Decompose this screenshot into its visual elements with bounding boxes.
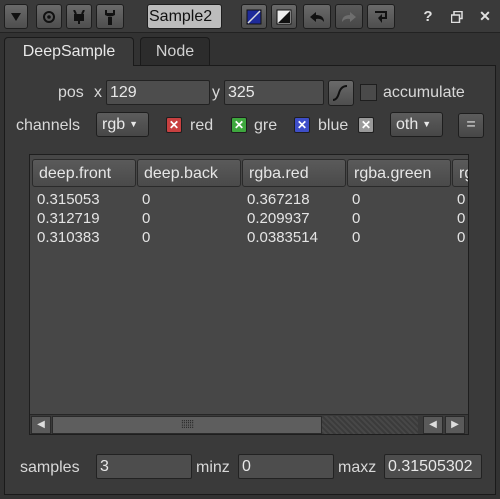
center-view-icon [43,10,55,23]
column-header-deep-front[interactable]: deep.front [32,159,136,187]
chevron-left-icon: ◀ [37,419,45,430]
scroll-right-button[interactable]: ▶ [445,416,465,434]
tab-node[interactable]: Node [140,37,210,65]
accumulate-label: accumulate [383,84,465,101]
table-cell: 0 [352,229,361,246]
table-cell: 0 [142,191,151,208]
redo-icon [342,11,356,22]
equal-channels-button[interactable]: = [458,113,484,138]
table-cell: 0 [142,210,151,227]
table-cell: 0 [142,229,151,246]
pos-label: pos [58,84,84,101]
maxz-label: maxz [338,459,377,476]
revert-button[interactable] [367,4,395,29]
undo-icon [310,11,324,22]
scroll-left-button[interactable]: ◀ [31,416,51,434]
pos-y-field[interactable]: 325 [224,80,324,105]
red-channel-checkbox[interactable]: ✕ [166,117,182,133]
pos-y-label: y [212,84,220,101]
table-cell: 0.0383514 [247,229,318,246]
revert-icon [375,10,387,23]
node-icon [73,9,85,24]
close-icon: ✕ [479,8,491,24]
animation-curve-button[interactable] [328,80,354,106]
column-header-rgba-green[interactable]: rgba.green [347,159,451,187]
chevron-left-icon: ◀ [429,419,437,430]
table-cell: 0.310383 [37,229,100,246]
table-cell: 0 [457,210,466,227]
samples-label: samples [20,459,80,476]
chevron-down-icon: ▼ [422,119,432,129]
table-cell: 0 [352,191,361,208]
chevron-right-icon: ▶ [451,419,459,430]
other-channel-dropdown-value: oth [396,116,419,133]
curve-icon [332,85,348,101]
gain-button[interactable] [271,4,297,29]
float-window-icon [451,10,463,23]
channels-dropdown[interactable]: rgb ▼ [96,112,149,137]
tab-deepsample[interactable]: DeepSample [4,37,134,66]
chevron-down-icon: ▼ [129,119,139,129]
channels-dropdown-value: rgb [102,116,126,133]
scrollbar-track[interactable] [322,416,418,434]
table-cell: 0 [457,229,466,246]
help-button[interactable]: ? [418,4,438,29]
red-channel-label: red [190,117,214,134]
chevron-down-icon [11,12,21,21]
green-channel-label: gre [254,117,278,134]
node-button[interactable] [66,4,92,29]
table-cell: 0.367218 [247,191,310,208]
x-mark-icon: ✕ [233,118,245,132]
minz-field: 0 [238,454,334,479]
samples-table: deep.front deep.back rgba.red rgba.green… [29,154,469,435]
redo-button[interactable] [335,4,363,29]
horizontal-scrollbar[interactable]: ◀ ⁞⁞⁞⁞⁞⁞ ◀ ▶ [30,414,468,434]
undo-button[interactable] [303,4,331,29]
minz-label: minz [196,459,230,476]
column-header-rgba-blue[interactable]: rgba.blue [452,159,468,187]
table-cell: 0.315053 [37,191,100,208]
samples-field: 3 [96,454,192,479]
center-view-button[interactable] [36,4,62,29]
table-cell: 0 [457,191,466,208]
alpha-channel-checkbox[interactable]: ✕ [358,117,374,133]
help-icon: ? [423,8,433,25]
close-button[interactable]: ✕ [474,4,496,29]
blue-channel-label: blue [318,117,348,134]
green-channel-checkbox[interactable]: ✕ [231,117,247,133]
maxz-field: 0.31505302 [384,454,482,479]
input-color-icon [246,9,262,24]
gain-icon [276,9,292,24]
x-mark-icon: ✕ [296,118,308,132]
column-header-rgba-red[interactable]: rgba.red [242,159,346,187]
x-mark-icon: ✕ [360,118,372,132]
table-cell: 0.209937 [247,210,310,227]
wrench-icon [105,9,115,25]
pos-x-label: x [94,84,102,101]
scrollbar-thumb[interactable]: ⁞⁞⁞⁞⁞⁞ [52,416,322,434]
node-name-field[interactable]: Sample2 [147,4,222,29]
table-cell: 0 [352,210,361,227]
node-toolbar: Sample2 ? ✕ [0,0,500,33]
pos-x-field[interactable]: 129 [106,80,210,105]
table-row[interactable]: 0.315053 0 0.367218 0 0 [30,191,468,210]
settings-button[interactable] [96,4,124,29]
table-row[interactable]: 0.312719 0 0.209937 0 0 [30,210,468,229]
channels-label: channels [16,117,81,134]
x-mark-icon: ✕ [168,118,180,132]
blue-channel-checkbox[interactable]: ✕ [294,117,310,133]
float-window-button[interactable] [446,4,468,29]
accumulate-checkbox[interactable] [360,84,377,101]
collapse-button[interactable] [4,4,28,29]
scroll-left-button[interactable]: ◀ [423,416,443,434]
table-cell: 0.312719 [37,210,100,227]
other-channel-dropdown[interactable]: oth ▼ [390,112,443,137]
column-header-deep-back[interactable]: deep.back [137,159,241,187]
table-row[interactable]: 0.310383 0 0.0383514 0 0 [30,229,468,248]
table-header: deep.front deep.back rgba.red rgba.green… [30,159,468,187]
input-color-button[interactable] [241,4,267,29]
